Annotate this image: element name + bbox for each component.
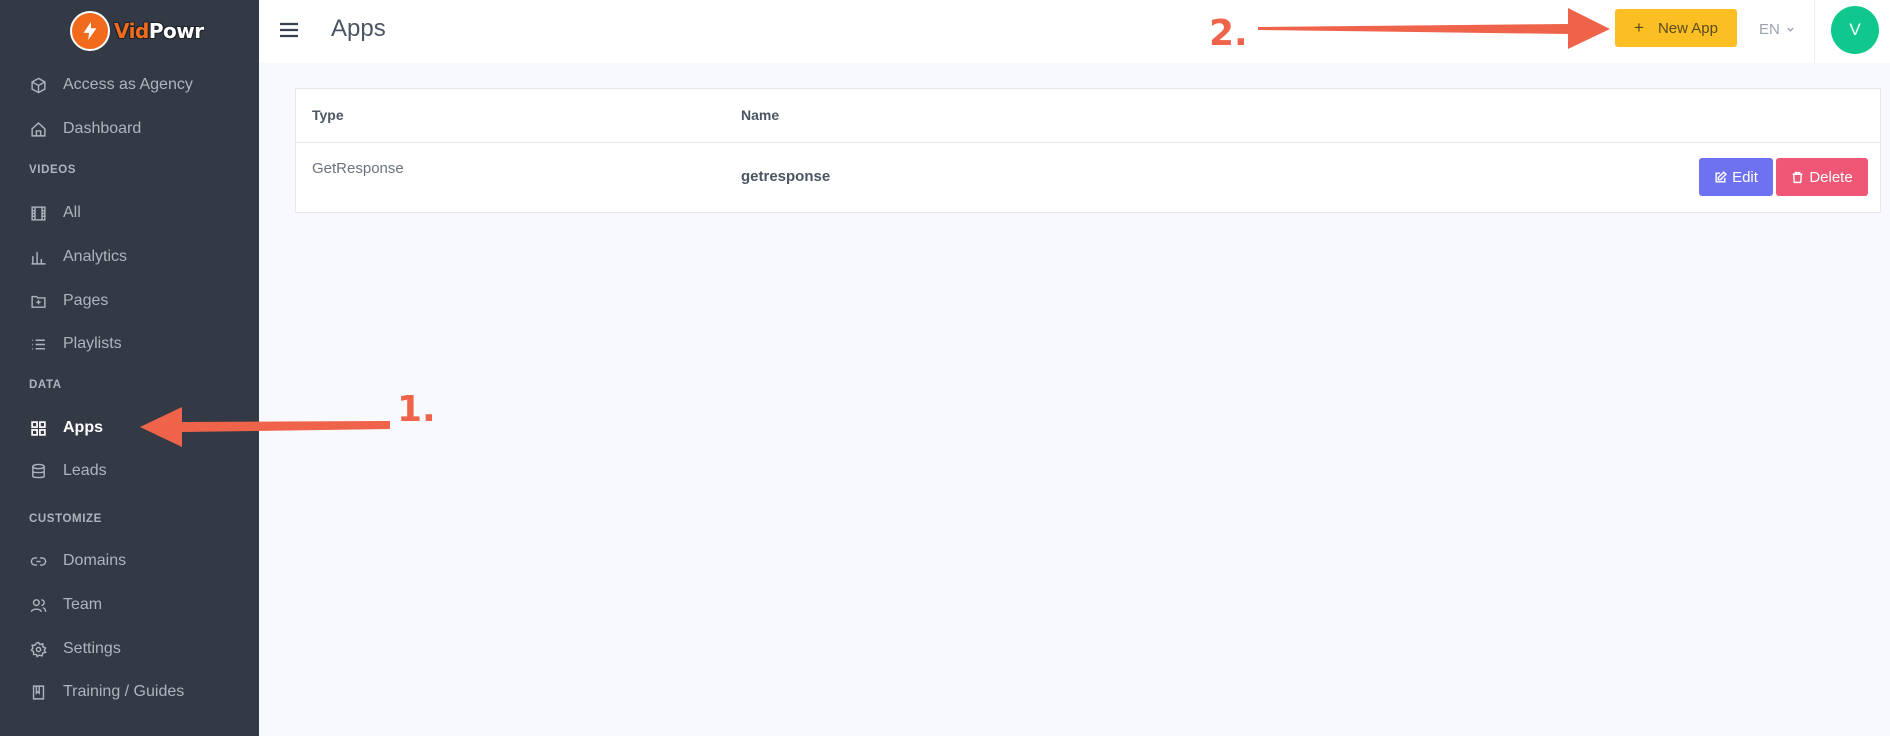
hamburger-menu-icon[interactable]	[279, 20, 299, 40]
sidebar-item-training-guides[interactable]: Training / Guides	[0, 674, 259, 710]
cell-type: GetResponse	[312, 160, 404, 177]
annotation-step-2: 2.	[1209, 13, 1248, 54]
sidebar-item-playlists[interactable]: Playlists	[0, 326, 259, 362]
home-icon	[29, 120, 47, 138]
file-plus-icon	[29, 292, 47, 310]
list-icon	[29, 335, 47, 353]
section-label-customize: CUSTOMIZE	[29, 513, 102, 525]
grid-icon	[29, 419, 47, 437]
sidebar-item-label: Domains	[63, 552, 127, 569]
sidebar-item-label: Pages	[63, 292, 109, 309]
edit-icon	[1715, 170, 1727, 183]
delete-label: Delete	[1809, 168, 1853, 186]
sidebar-item-domains[interactable]: Domains	[0, 543, 259, 579]
sidebar-item-label: Team	[63, 596, 103, 613]
language-label: EN	[1759, 21, 1780, 38]
link-icon	[29, 552, 47, 570]
new-app-button[interactable]: + New App	[1615, 9, 1737, 47]
sidebar-item-analytics[interactable]: Analytics	[0, 239, 259, 275]
database-icon	[29, 462, 47, 480]
page-title: Apps	[331, 15, 386, 42]
gear-icon	[29, 640, 47, 658]
film-icon	[29, 204, 47, 222]
users-icon	[29, 596, 47, 614]
brand-logo[interactable]: VidPowr	[70, 9, 204, 53]
header-divider	[1814, 0, 1815, 63]
sidebar-item-all[interactable]: All	[0, 195, 259, 231]
sidebar-item-label: Analytics	[63, 248, 128, 265]
sidebar-item-label: Playlists	[63, 335, 122, 352]
header-divider-line	[296, 142, 1880, 143]
edit-button[interactable]: Edit	[1699, 158, 1773, 196]
sidebar-item-pages[interactable]: Pages	[0, 283, 259, 319]
sidebar-item-label: Settings	[63, 640, 121, 657]
sidebar: VidPowr Access as Agency Dashboard VIDEO…	[0, 0, 259, 736]
sidebar-item-access-as-agency[interactable]: Access as Agency	[0, 67, 259, 103]
bar-chart-icon	[29, 248, 47, 266]
new-app-label: New App	[1657, 19, 1718, 37]
delete-button[interactable]: Delete	[1776, 158, 1868, 196]
sidebar-item-team[interactable]: Team	[0, 587, 259, 623]
sidebar-item-dashboard[interactable]: Dashboard	[0, 111, 259, 147]
section-label-videos: VIDEOS	[29, 164, 77, 176]
cube-icon	[29, 76, 47, 94]
top-header: Apps + New App EN V	[259, 0, 1890, 63]
sidebar-item-settings[interactable]: Settings	[0, 631, 259, 667]
sidebar-item-label: All	[63, 204, 81, 221]
apps-table: Type Name GetResponse getresponse Edit D…	[295, 88, 1881, 213]
column-header-name: Name	[741, 107, 780, 123]
sidebar-item-label: Apps	[63, 419, 103, 436]
avatar[interactable]: V	[1831, 6, 1879, 54]
sidebar-item-label: Dashboard	[63, 120, 142, 137]
column-header-type: Type	[312, 107, 344, 123]
lightning-camera-icon	[70, 11, 110, 51]
section-label-data: DATA	[29, 379, 62, 391]
sidebar-item-label: Training / Guides	[63, 683, 185, 700]
book-icon	[29, 683, 47, 701]
sidebar-item-apps[interactable]: Apps	[0, 410, 259, 446]
sidebar-item-label: Leads	[63, 462, 107, 479]
chevron-down-icon	[1784, 21, 1795, 38]
sidebar-item-label: Access as Agency	[63, 76, 193, 93]
edit-label: Edit	[1732, 168, 1758, 186]
brand-name: VidPowr	[114, 19, 204, 43]
plus-icon: +	[1634, 18, 1644, 37]
language-selector[interactable]: EN	[1759, 21, 1795, 38]
cell-name: getresponse	[741, 168, 831, 185]
annotation-step-1: 1.	[397, 389, 436, 430]
sidebar-item-leads[interactable]: Leads	[0, 453, 259, 489]
trash-icon	[1792, 171, 1803, 183]
